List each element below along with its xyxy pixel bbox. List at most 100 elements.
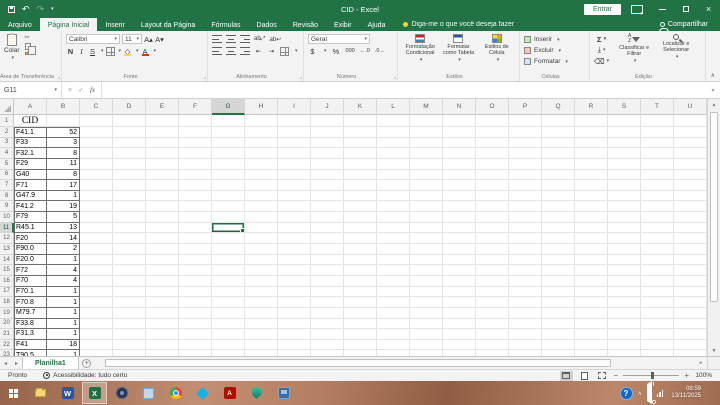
cell-Q12[interactable]: [542, 233, 575, 244]
cell-E11[interactable]: [146, 223, 179, 234]
cell-F14[interactable]: [179, 255, 212, 266]
cell-S21[interactable]: [608, 329, 641, 340]
cell-C17[interactable]: [80, 287, 113, 298]
cell-S8[interactable]: [608, 191, 641, 202]
cell-U6[interactable]: [674, 170, 707, 181]
cell-L3[interactable]: [377, 138, 410, 149]
cell-T14[interactable]: [641, 255, 674, 266]
cell-R22[interactable]: [575, 340, 608, 351]
normal-view-button[interactable]: [560, 371, 573, 381]
cell-P5[interactable]: [509, 159, 542, 170]
cell-N20[interactable]: [443, 319, 476, 330]
cell-M20[interactable]: [410, 319, 443, 330]
cell-Q10[interactable]: [542, 212, 575, 223]
column-header-M[interactable]: M: [410, 99, 443, 115]
cell-F16[interactable]: [179, 276, 212, 287]
cell-J10[interactable]: [311, 212, 344, 223]
cell-B4[interactable]: 8: [47, 148, 80, 159]
vertical-scroll-thumb[interactable]: [710, 112, 718, 302]
cell-F11[interactable]: [179, 223, 212, 234]
cell-P21[interactable]: [509, 329, 542, 340]
cell-N5[interactable]: [443, 159, 476, 170]
tab-dados[interactable]: Dados: [249, 18, 285, 31]
cell-D3[interactable]: [113, 138, 146, 149]
cell-T7[interactable]: [641, 180, 674, 191]
cell-U21[interactable]: [674, 329, 707, 340]
row-header-15[interactable]: 15: [0, 265, 14, 276]
cell-I9[interactable]: [278, 201, 311, 212]
minimize-button[interactable]: [651, 0, 674, 18]
cell-H22[interactable]: [245, 340, 278, 351]
cell-T10[interactable]: [641, 212, 674, 223]
cell-I2[interactable]: [278, 127, 311, 138]
cell-K1[interactable]: [344, 115, 377, 127]
cell-M10[interactable]: [410, 212, 443, 223]
previous-sheet-icon[interactable]: ◂: [0, 357, 11, 369]
column-header-S[interactable]: S: [608, 99, 641, 115]
cell-O14[interactable]: [476, 255, 509, 266]
cell-I17[interactable]: [278, 287, 311, 298]
horizontal-scroll-thumb[interactable]: [105, 359, 611, 367]
cell-P19[interactable]: [509, 308, 542, 319]
chrome-icon[interactable]: [163, 382, 188, 404]
alignment-dialog-launcher-icon[interactable]: ⌟: [300, 74, 302, 80]
zoom-slider[interactable]: [623, 375, 679, 376]
cell-C21[interactable]: [80, 329, 113, 340]
cell-E9[interactable]: [146, 201, 179, 212]
cell-L16[interactable]: [377, 276, 410, 287]
cell-T19[interactable]: [641, 308, 674, 319]
cell-M22[interactable]: [410, 340, 443, 351]
cell-M12[interactable]: [410, 233, 443, 244]
cell-B6[interactable]: 8: [47, 170, 80, 181]
bold-button[interactable]: N: [66, 46, 75, 56]
column-header-N[interactable]: N: [443, 99, 476, 115]
row-header-9[interactable]: 9: [0, 201, 14, 212]
cell-F8[interactable]: [179, 191, 212, 202]
cell-L22[interactable]: [377, 340, 410, 351]
row-header-2[interactable]: 2: [0, 127, 14, 138]
cell-P22[interactable]: [509, 340, 542, 351]
cell-U18[interactable]: [674, 297, 707, 308]
restore-button[interactable]: [674, 0, 697, 18]
cell-I22[interactable]: [278, 340, 311, 351]
cell-T6[interactable]: [641, 170, 674, 181]
cell-A8[interactable]: G47.9: [14, 191, 47, 202]
cell-B13[interactable]: 2: [47, 244, 80, 255]
font-dialog-launcher-icon[interactable]: ⌟: [204, 74, 206, 80]
cell-O6[interactable]: [476, 170, 509, 181]
tab-revisao[interactable]: Revisão: [285, 18, 326, 31]
cell-G2[interactable]: [212, 127, 245, 138]
row-header-4[interactable]: 4: [0, 148, 14, 159]
cell-R9[interactable]: [575, 201, 608, 212]
scroll-down-icon[interactable]: ▼: [708, 345, 720, 356]
cell-K18[interactable]: [344, 297, 377, 308]
cell-S22[interactable]: [608, 340, 641, 351]
cell-K4[interactable]: [344, 148, 377, 159]
cell-F21[interactable]: [179, 329, 212, 340]
column-header-B[interactable]: B: [47, 99, 80, 115]
column-header-C[interactable]: C: [80, 99, 113, 115]
cell-I20[interactable]: [278, 319, 311, 330]
cell-R18[interactable]: [575, 297, 608, 308]
cell-I6[interactable]: [278, 170, 311, 181]
cell-O21[interactable]: [476, 329, 509, 340]
cell-E15[interactable]: [146, 265, 179, 276]
cell-O22[interactable]: [476, 340, 509, 351]
cell-D20[interactable]: [113, 319, 146, 330]
cell-T3[interactable]: [641, 138, 674, 149]
tab-pagina-inicial[interactable]: Página Inicial: [40, 18, 98, 31]
fill-color-icon[interactable]: ◇: [123, 46, 132, 56]
cell-H6[interactable]: [245, 170, 278, 181]
cell-H1[interactable]: [245, 115, 278, 127]
cell-Q17[interactable]: [542, 287, 575, 298]
cell-Q19[interactable]: [542, 308, 575, 319]
horizontal-scrollbar[interactable]: [105, 359, 693, 367]
cell-D16[interactable]: [113, 276, 146, 287]
cell-R14[interactable]: [575, 255, 608, 266]
cell-I8[interactable]: [278, 191, 311, 202]
cell-T11[interactable]: [641, 223, 674, 234]
cell-S2[interactable]: [608, 127, 641, 138]
decrease-indent-icon[interactable]: ⇤: [254, 46, 263, 56]
cell-D4[interactable]: [113, 148, 146, 159]
cell-D5[interactable]: [113, 159, 146, 170]
